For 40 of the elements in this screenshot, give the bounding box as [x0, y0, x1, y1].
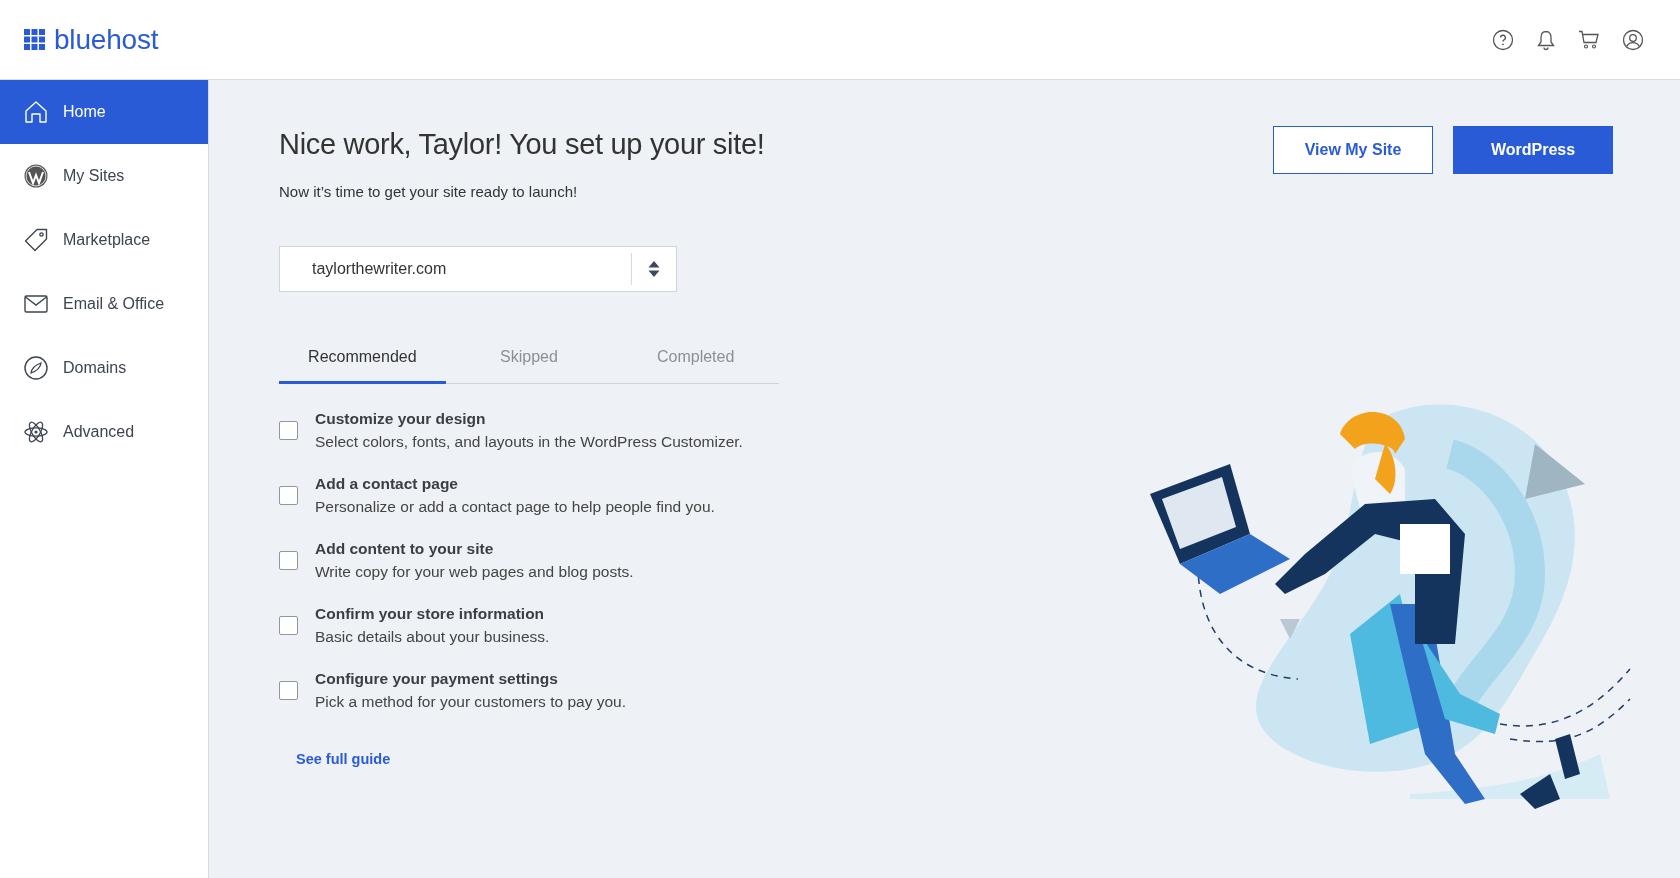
- notification-bell-icon[interactable]: [1536, 28, 1556, 51]
- sidebar-item[interactable]: Home: [0, 80, 208, 144]
- checkbox[interactable]: [279, 421, 298, 440]
- home-icon: [23, 99, 49, 125]
- checkbox[interactable]: [279, 681, 298, 700]
- user-account-icon[interactable]: [1622, 28, 1644, 51]
- logo-text[interactable]: bluehost: [54, 23, 159, 56]
- help-icon[interactable]: [1492, 28, 1514, 51]
- task-description: Write copy for your web pages and blog posts.: [315, 563, 634, 581]
- sidebar-item[interactable]: Marketplace: [0, 208, 208, 272]
- checkbox[interactable]: [279, 486, 298, 505]
- task-title: Configure your payment settings: [315, 670, 559, 688]
- sidebar-item[interactable]: Email & Office: [0, 272, 208, 336]
- checkbox[interactable]: [279, 551, 298, 570]
- page-heading: Nice work, Taylor! You set up your site!: [279, 128, 766, 161]
- site-select[interactable]: taylorthewriter.com: [279, 246, 677, 292]
- task-title: Add content to your site: [315, 540, 495, 558]
- primary-button[interactable]: WordPress: [1453, 126, 1613, 174]
- sidebar-item[interactable]: Advanced: [0, 400, 208, 464]
- task-title: Customize your design: [315, 410, 487, 428]
- task-title: Confirm your store information: [315, 605, 546, 623]
- sidebar-item[interactable]: My Sites: [0, 144, 208, 208]
- task-description: Pick a method for your customers to pay you.: [315, 693, 626, 711]
- compass-icon: [23, 355, 49, 381]
- task-title: Add a contact page: [315, 475, 459, 493]
- sort-arrows-icon: [648, 260, 660, 278]
- outline-button[interactable]: View My Site: [1273, 126, 1433, 174]
- atom-icon: [23, 419, 49, 445]
- page-subheading: Now it’s time to get your site ready to launch!: [279, 183, 579, 200]
- task-description: Select colors, fonts, and layouts in the WordPress Customizer.: [315, 433, 743, 451]
- wordpress-icon: [23, 163, 49, 189]
- checkbox[interactable]: [279, 616, 298, 635]
- sidebar-item[interactable]: Domains: [0, 336, 208, 400]
- tab[interactable]: Recommended: [279, 332, 446, 384]
- task-description: Personalize or add a contact page to help people find you.: [315, 498, 715, 516]
- see-full-guide-link[interactable]: See full guide: [296, 751, 391, 767]
- task-description: Basic details about your business.: [315, 628, 550, 646]
- grid-logo-icon: [24, 28, 46, 51]
- shopping-cart-icon[interactable]: [1578, 29, 1600, 50]
- price-tag-icon: [23, 227, 49, 253]
